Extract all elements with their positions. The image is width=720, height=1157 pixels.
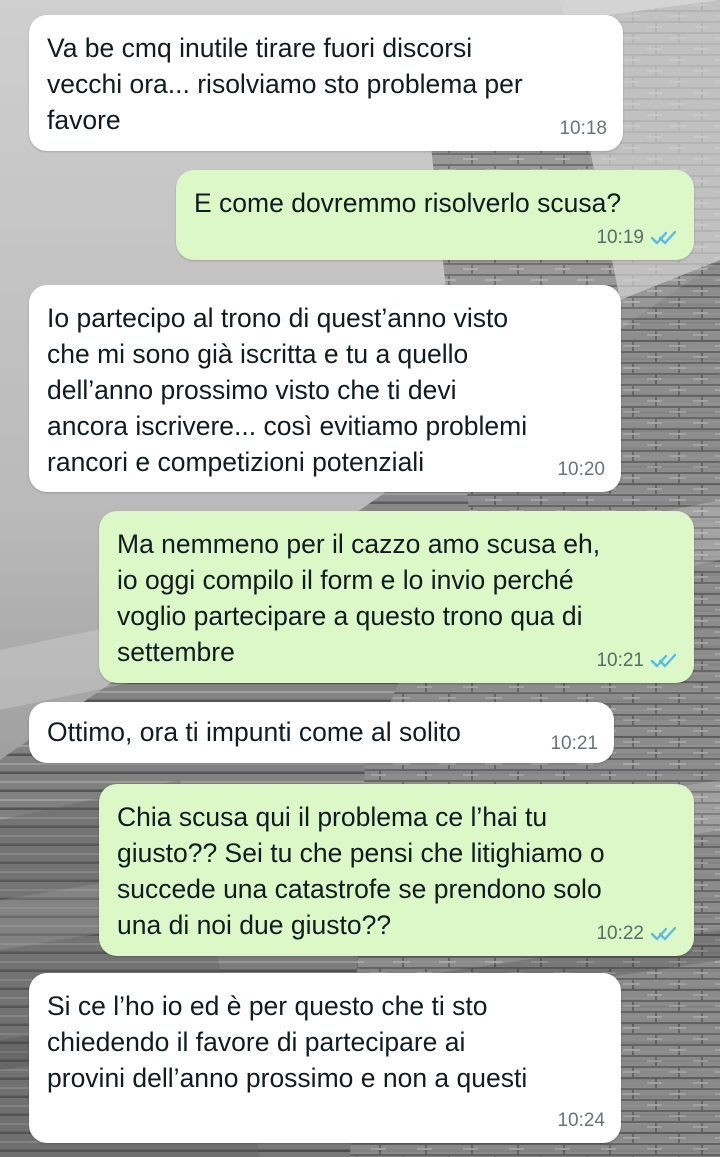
message-text: Ma nemmeno per il cazzo amo scusa eh, io…	[117, 529, 601, 667]
outgoing-message-bubble[interactable]: E come dovremmo risolverlo scusa? 10:19	[176, 170, 694, 260]
message-meta: 10:21	[550, 732, 598, 756]
chat-thread: Va be cmq inutile tirare fuori discorsi …	[0, 0, 720, 1157]
message-time: 10:22	[596, 923, 644, 944]
outgoing-message-bubble[interactable]: Ma nemmeno per il cazzo amo scusa eh, io…	[99, 511, 694, 683]
message-time: 10:19	[596, 227, 644, 248]
message-meta: 10:24	[557, 1109, 605, 1133]
message-meta: 10:20	[557, 458, 605, 482]
incoming-message-bubble[interactable]: Io partecipo al trono di quest’anno vist…	[29, 285, 621, 492]
message-time: 10:20	[557, 459, 605, 480]
message-meta: 10:21	[596, 649, 678, 673]
incoming-message-bubble[interactable]: Si ce l’ho io ed è per questo che ti sto…	[29, 973, 621, 1143]
incoming-message-bubble[interactable]: Va be cmq inutile tirare fuori discorsi …	[29, 15, 623, 151]
message-text: Ottimo, ora ti impunti come al solito	[47, 717, 461, 747]
message-time: 10:24	[557, 1110, 605, 1131]
message-meta: 10:19	[596, 226, 678, 250]
message-text: Va be cmq inutile tirare fuori discorsi …	[47, 33, 523, 135]
message-text: Chia scusa qui il problema ce l’hai tu g…	[117, 802, 605, 940]
message-time: 10:21	[550, 733, 598, 754]
message-time: 10:21	[596, 650, 644, 671]
message-meta: 10:18	[559, 117, 607, 141]
double-check-read-icon	[650, 653, 677, 668]
message-meta: 10:22	[596, 922, 678, 946]
outgoing-message-bubble[interactable]: Chia scusa qui il problema ce l’hai tu g…	[99, 784, 694, 956]
message-text: Io partecipo al trono di quest’anno vist…	[47, 303, 528, 477]
double-check-read-icon	[650, 926, 677, 941]
incoming-message-bubble[interactable]: Ottimo, ora ti impunti come al solito 10…	[29, 702, 614, 763]
message-text: Si ce l’ho io ed è per questo che ti sto…	[47, 991, 528, 1093]
double-check-read-icon	[650, 230, 677, 245]
message-text: E come dovremmo risolverlo scusa?	[194, 188, 622, 218]
message-time: 10:18	[559, 118, 607, 139]
